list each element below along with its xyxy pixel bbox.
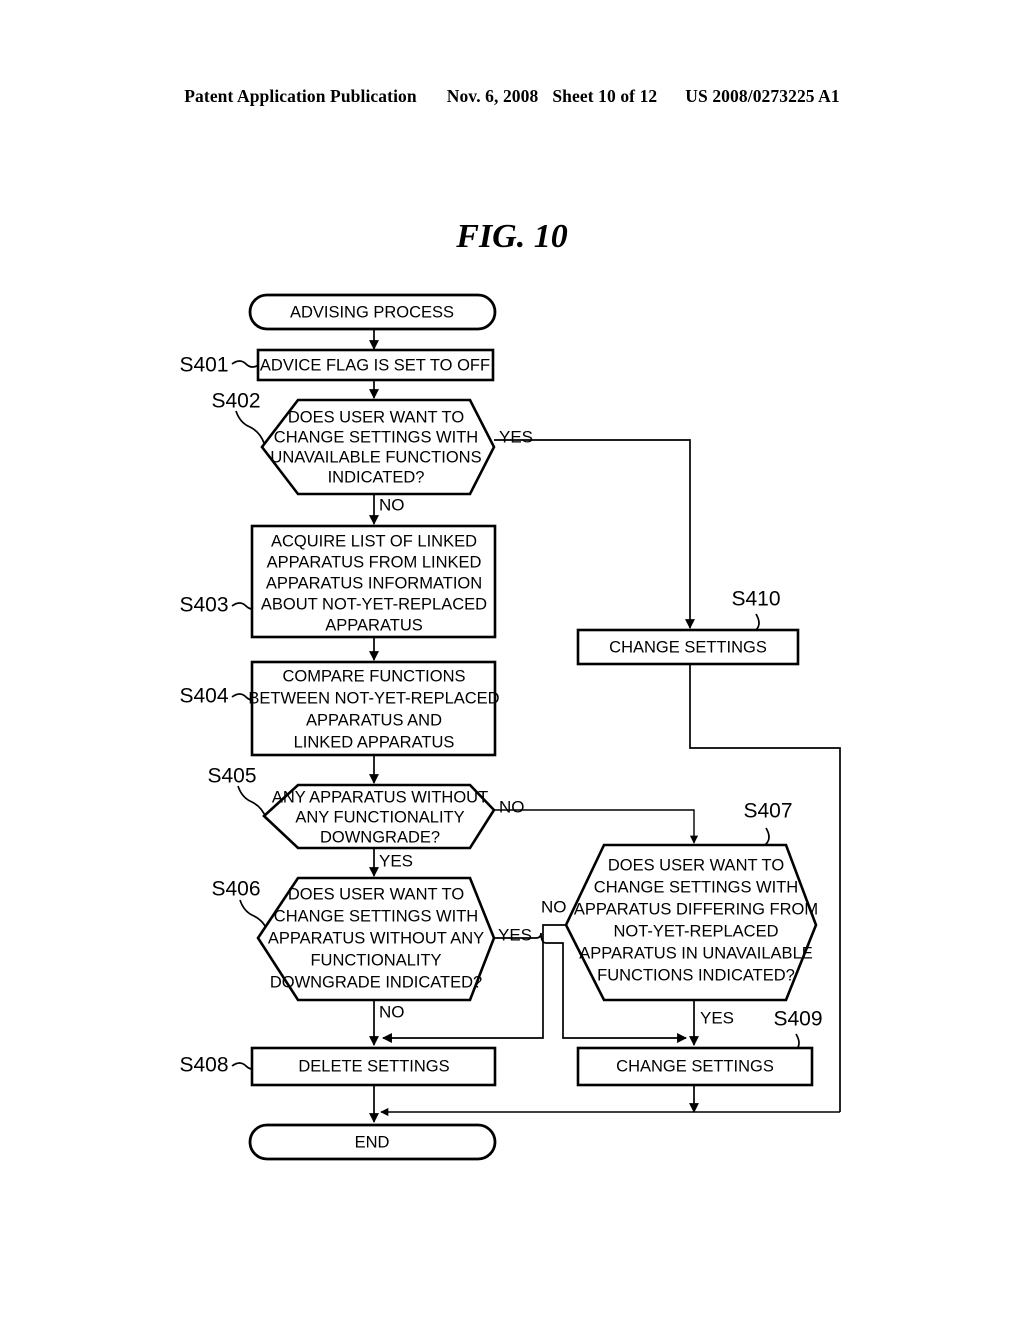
node-s405-line-0: ANY APPARATUS WITHOUT [272,788,488,806]
branch-label-s405-no: NO [499,797,525,816]
leader-s405 [237,785,267,819]
node-s402-line-0: DOES USER WANT TO [288,408,465,426]
node-s406-line-4: DOWNGRADE INDICATED? [270,973,482,991]
branch-label-s406-no: NO [379,1002,405,1021]
node-s407-line-1: CHANGE SETTINGS WITH [594,878,798,896]
step-label-s408: S408 [179,1054,228,1077]
node-s401: ADVICE FLAG IS SET TO OFF S401 [179,348,495,382]
flowchart-diagram: ADVISING PROCESS ADVICE FLAG IS SET TO O… [179,293,841,1161]
node-s402-line-2: UNAVAILABLE FUNCTIONS [270,448,481,466]
branch-label-s407-no: NO [541,897,567,916]
branch-label-s402-yes: YES [499,427,533,446]
node-s406-line-3: FUNCTIONALITY [310,951,441,969]
node-s403-line-3: ABOUT NOT-YET-REPLACED [261,595,487,613]
node-s404-line-3: LINKED APPARATUS [294,733,455,751]
leader-s402 [235,410,265,444]
node-s406-line-2: APPARATUS WITHOUT ANY [268,929,484,947]
node-s407-line-0: DOES USER WANT TO [608,856,785,874]
step-label-s409: S409 [773,1008,822,1031]
node-start-label: ADVISING PROCESS [290,303,454,321]
branch-label-s407-yes: YES [700,1008,734,1027]
branch-label-s402-no: NO [379,495,405,514]
node-s407-line-2: APPARATUS DIFFERING FROM [574,900,818,918]
node-s403: ACQUIRE LIST OF LINKED APPARATUS FROM LI… [179,524,497,639]
step-label-s410: S410 [731,588,780,611]
node-s404: COMPARE FUNCTIONS BETWEEN NOT-YET-REPLAC… [179,660,500,757]
node-s402-line-1: CHANGE SETTINGS WITH [274,428,478,446]
branch-label-s406-yes: YES [498,925,532,944]
node-start: ADVISING PROCESS [248,293,497,331]
step-label-s401: S401 [179,354,228,377]
edge-s402-yes-to-s410 [494,439,695,629]
node-s403-line-0: ACQUIRE LIST OF LINKED [271,532,477,550]
node-s402: DOES USER WANT TO CHANGE SETTINGS WITH U… [211,390,533,515]
leader-s401 [231,360,261,368]
node-s404-line-2: APPARATUS AND [306,711,442,729]
node-s403-line-4: APPARATUS [325,616,423,634]
node-end-label: END [355,1133,390,1151]
step-label-s403: S403 [179,594,228,617]
node-s404-line-1: BETWEEN NOT-YET-REPLACED [248,689,499,707]
step-label-s407: S407 [743,800,792,823]
node-s407: DOES USER WANT TO CHANGE SETTINGS WITH A… [541,800,818,1028]
node-s403-line-1: APPARATUS FROM LINKED [267,553,482,571]
node-s403-line-2: APPARATUS INFORMATION [266,574,482,592]
node-s405: ANY APPARATUS WITHOUT ANY FUNCTIONALITY … [207,765,524,871]
node-s407-line-4: APPARATUS IN UNAVAILABLE [579,944,813,962]
node-s405-line-1: ANY FUNCTIONALITY [295,808,464,826]
branch-label-s405-yes: YES [379,851,413,870]
node-s405-line-2: DOWNGRADE? [320,828,440,846]
patent-page: Patent Application Publication Nov. 6, 2… [0,0,1024,1320]
node-s401-line-0: ADVICE FLAG IS SET TO OFF [260,356,490,374]
node-s406-line-1: CHANGE SETTINGS WITH [274,907,478,925]
node-s410-line-0: CHANGE SETTINGS [609,638,767,656]
node-s408: DELETE SETTINGS S408 [179,1046,497,1087]
node-s408-line-0: DELETE SETTINGS [298,1057,449,1075]
node-s409-line-0: CHANGE SETTINGS [616,1057,774,1075]
node-s407-line-5: FUNCTIONS INDICATED? [597,966,795,984]
node-end: END [248,1123,497,1161]
node-s407-line-3: NOT-YET-REPLACED [613,922,778,940]
node-s410: CHANGE SETTINGS S410 [576,588,800,666]
node-s406-line-0: DOES USER WANT TO [288,885,465,903]
node-s406: DOES USER WANT TO CHANGE SETTINGS WITH A… [211,876,532,1021]
step-label-s402: S402 [211,390,260,413]
step-label-s405: S405 [207,765,256,788]
step-label-s404: S404 [179,685,228,708]
node-s404-line-0: COMPARE FUNCTIONS [282,667,465,685]
step-label-s406: S406 [211,878,260,901]
node-s402-line-3: INDICATED? [328,468,425,486]
